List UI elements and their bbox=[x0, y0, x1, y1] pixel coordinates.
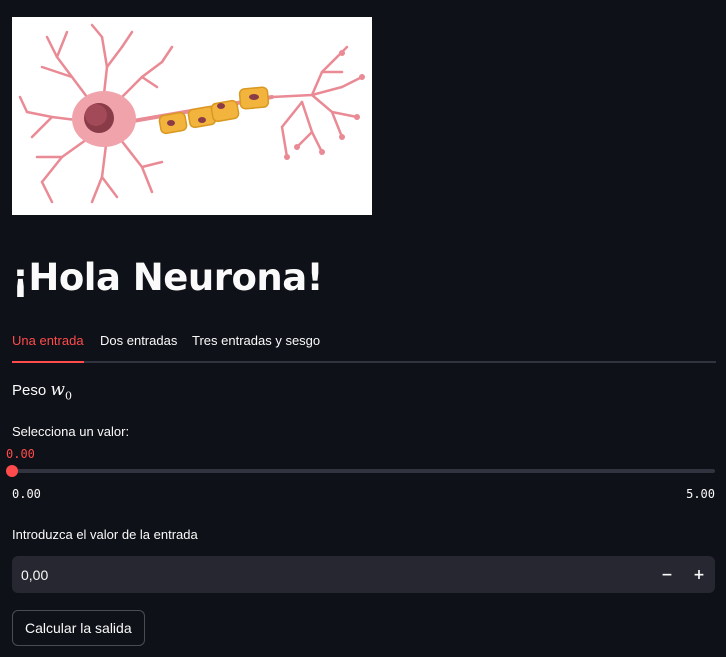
tab-tres-entradas-y-sesgo[interactable]: Tres entradas y sesgo bbox=[192, 333, 320, 348]
number-input-container: − + bbox=[12, 556, 715, 593]
neuron-image bbox=[12, 17, 372, 215]
weight-label-text: Peso bbox=[12, 382, 47, 399]
decrement-button[interactable]: − bbox=[651, 556, 683, 593]
app-page: ¡Hola Neurona! Una entrada Dos entradas … bbox=[0, 0, 726, 657]
tab-bar: Una entrada Dos entradas Tres entradas y… bbox=[12, 326, 716, 363]
slider-thumb[interactable] bbox=[6, 465, 18, 477]
page-title: ¡Hola Neurona! bbox=[12, 256, 324, 299]
tab-una-entrada[interactable]: Una entrada bbox=[12, 333, 84, 348]
weight-symbol: w0 bbox=[50, 380, 72, 403]
entrada-value-input[interactable] bbox=[12, 556, 632, 593]
active-tab-indicator bbox=[12, 361, 84, 363]
weight-slider[interactable] bbox=[6, 465, 715, 477]
slider-min-label: 0.00 bbox=[12, 487, 41, 501]
weight-symbol-letter: w bbox=[50, 380, 65, 400]
weight-heading: Peso w0 bbox=[12, 380, 72, 402]
calculate-output-button[interactable]: Calcular la salida bbox=[12, 610, 145, 646]
slider-current-value: 0.00 bbox=[6, 447, 35, 461]
slider-max-label: 5.00 bbox=[686, 487, 715, 501]
number-input-label: Introduzca el valor de la entrada bbox=[12, 527, 198, 542]
increment-button[interactable]: + bbox=[683, 556, 715, 593]
weight-symbol-subscript: 0 bbox=[64, 389, 72, 403]
neuron-illustration bbox=[18, 23, 365, 204]
tab-dos-entradas[interactable]: Dos entradas bbox=[100, 333, 177, 348]
slider-label: Selecciona un valor: bbox=[12, 424, 130, 439]
